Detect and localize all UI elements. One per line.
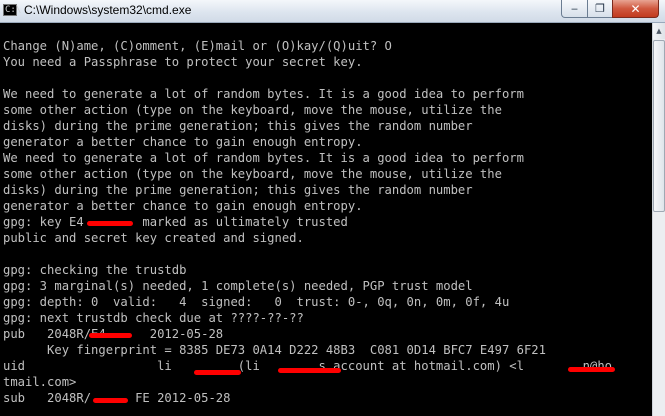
- redaction-mark: [278, 368, 341, 373]
- redaction-mark: [568, 367, 615, 372]
- scroll-up-arrow-icon[interactable]: ▲: [653, 23, 665, 39]
- window-title: C:\Windows\system32\cmd.exe: [24, 3, 192, 17]
- minimize-icon: ‒: [571, 2, 578, 15]
- console-line: gpg: checking the trustdb: [3, 263, 187, 277]
- console-line: Change (N)ame, (C)omment, (E)mail or (O)…: [3, 39, 392, 53]
- console-line: generator a better chance to gain enough…: [3, 135, 363, 149]
- redaction-mark: [194, 370, 241, 375]
- vertical-scrollbar[interactable]: ▲: [652, 23, 665, 416]
- scrollbar-thumb[interactable]: [653, 40, 665, 212]
- redaction-mark: [93, 398, 128, 403]
- console-line: disks) during the prime generation; this…: [3, 119, 473, 133]
- title-bar[interactable]: C:\ C:\Windows\system32\cmd.exe ‒ ❐ ✕: [0, 0, 665, 23]
- minimize-button[interactable]: ‒: [561, 0, 588, 18]
- console-line: tmail.com>: [3, 375, 77, 389]
- console-line: generator a better chance to gain enough…: [3, 199, 363, 213]
- console-line: You need a Passphrase to protect your se…: [3, 55, 363, 69]
- maximize-button[interactable]: ❐: [587, 0, 613, 18]
- console-line: gpg: key E4 marked as ultimately trusted: [3, 215, 348, 229]
- console-line: gpg: 3 marginal(s) needed, 1 complete(s)…: [3, 279, 473, 293]
- console-line: gpg: next trustdb check due at ????-??-?…: [3, 311, 304, 325]
- console-line: disks) during the prime generation; this…: [3, 183, 473, 197]
- redaction-mark: [89, 333, 132, 338]
- redaction-mark: [87, 221, 133, 226]
- console-line: gpg: depth: 0 valid: 4 signed: 0 trust: …: [3, 295, 510, 309]
- console-line: public and secret key created and signed…: [3, 231, 304, 245]
- restore-icon: ❐: [595, 2, 605, 15]
- console-line: some other action (type on the keyboard,…: [3, 103, 502, 117]
- cmd-icon: C:\: [3, 4, 22, 16]
- close-button[interactable]: ✕: [612, 0, 659, 18]
- close-icon: ✕: [630, 1, 641, 16]
- console-line: some other action (type on the keyboard,…: [3, 167, 502, 181]
- console-line: We need to generate a lot of random byte…: [3, 87, 524, 101]
- console-output[interactable]: Change (N)ame, (C)omment, (E)mail or (O)…: [0, 23, 652, 416]
- console-line: Key fingerprint = 8385 DE73 0A14 D222 48…: [3, 343, 546, 357]
- console-text: Change (N)ame, (C)omment, (E)mail or (O)…: [0, 23, 652, 406]
- console-line: We need to generate a lot of random byte…: [3, 151, 524, 165]
